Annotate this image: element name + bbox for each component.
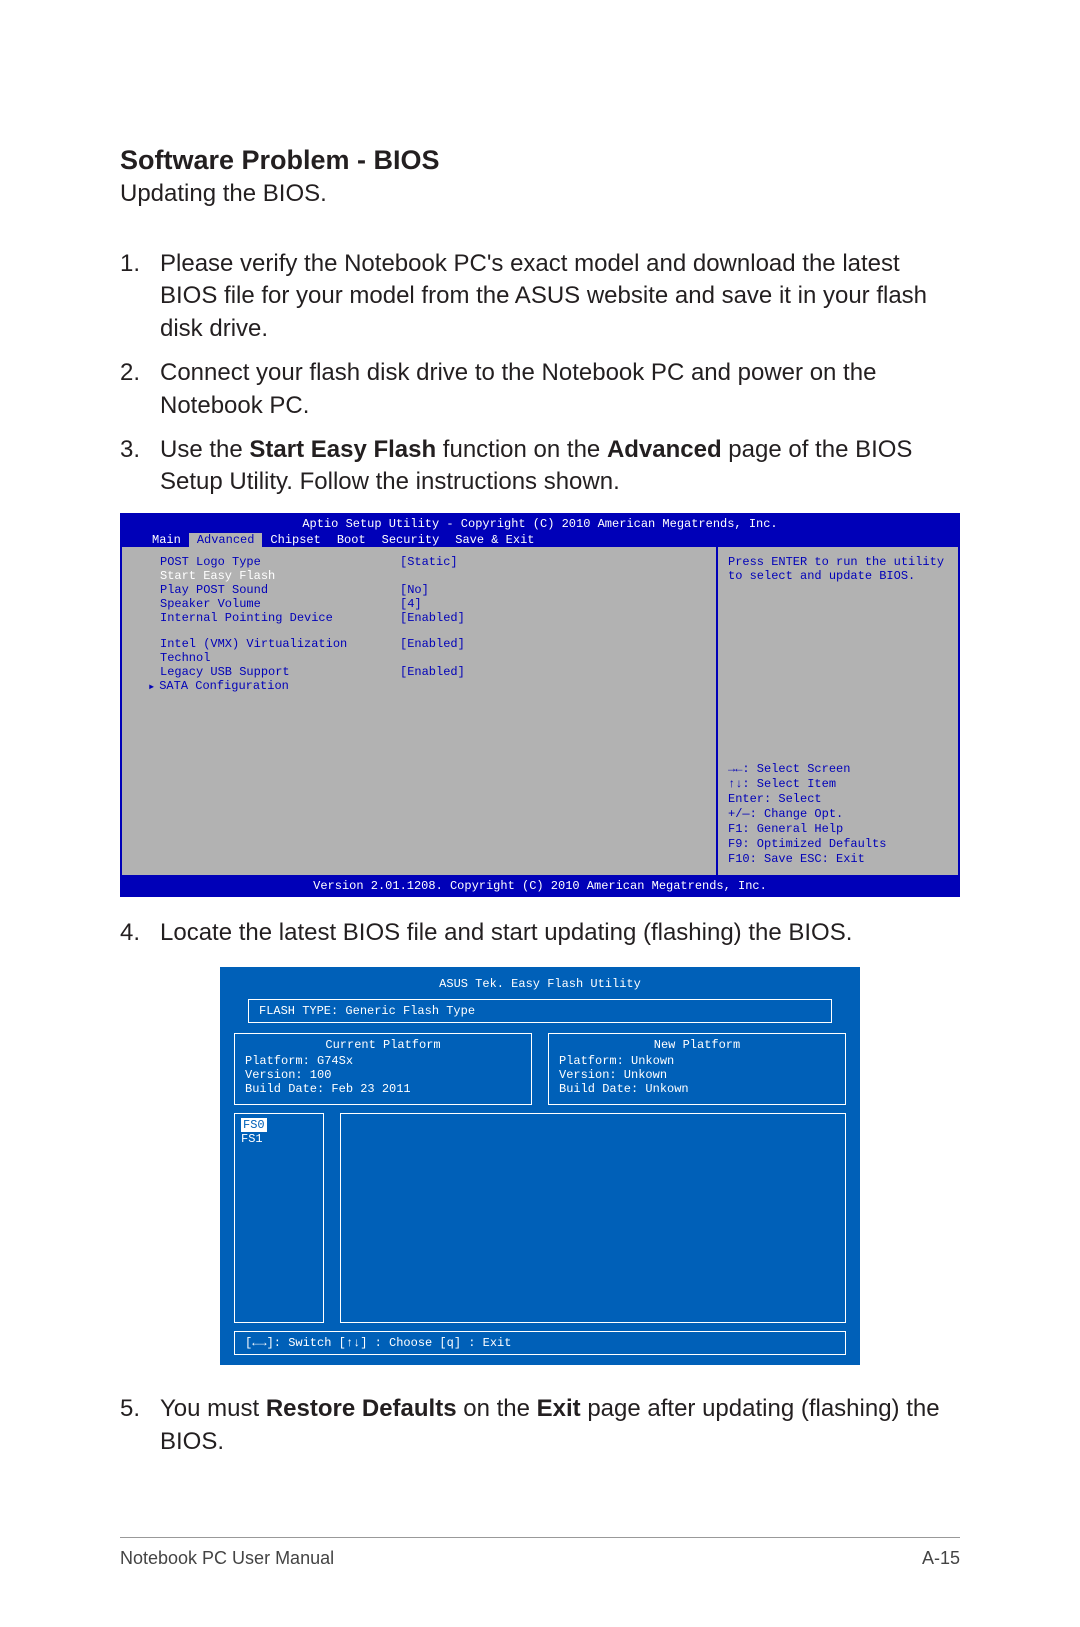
filesystem-list: FS0 FS1 bbox=[234, 1113, 324, 1323]
bios-tab-advanced: Advanced bbox=[189, 533, 263, 547]
fs-item-selected: FS0 bbox=[241, 1118, 267, 1132]
flash-title: ASUS Tek. Easy Flash Utility bbox=[234, 977, 846, 991]
bios-item-value: [Enabled] bbox=[400, 637, 465, 665]
platform-line: Platform: Unkown bbox=[559, 1054, 835, 1068]
bios-tab-chipset: Chipset bbox=[262, 533, 328, 547]
t: function on the bbox=[436, 436, 607, 463]
bios-item-label: Play POST Sound bbox=[160, 583, 400, 597]
bios-key-hints: →←: Select Screen ↑↓: Select Item Enter:… bbox=[728, 762, 948, 867]
t-bold: Start Easy Flash bbox=[249, 436, 436, 463]
page-footer: Notebook PC User Manual A-15 bbox=[120, 1537, 960, 1569]
flash-utility-screenshot: ASUS Tek. Easy Flash Utility FLASH TYPE:… bbox=[220, 967, 860, 1365]
platform-line: Version: Unkown bbox=[559, 1068, 835, 1082]
steps-list: 1. Please verify the Notebook PC's exact… bbox=[120, 248, 960, 499]
bios-item-label: Start Easy Flash bbox=[160, 569, 400, 583]
footer-left: Notebook PC User Manual bbox=[120, 1548, 334, 1569]
fs-item: FS1 bbox=[241, 1132, 317, 1146]
key-hint: +/—: Change Opt. bbox=[728, 807, 948, 822]
box-title: New Platform bbox=[559, 1038, 835, 1052]
bios-tab-main: Main bbox=[144, 533, 189, 547]
bios-settings-panel: POST Logo Type[Static] Start Easy Flash … bbox=[122, 547, 718, 875]
platform-line: Build Date: Feb 23 2011 bbox=[245, 1082, 521, 1096]
key-hint: F9: Optimized Defaults bbox=[728, 837, 948, 852]
platform-line: Version: 100 bbox=[245, 1068, 521, 1082]
section-subtitle: Updating the BIOS. bbox=[120, 180, 960, 208]
bios-item-value: [4] bbox=[400, 597, 422, 611]
step-text: Locate the latest BIOS file and start up… bbox=[160, 917, 960, 949]
key-hint: →←: Select Screen bbox=[728, 762, 948, 777]
bios-tab-saveexit: Save & Exit bbox=[447, 533, 542, 547]
flash-key-hints: [←→]: Switch [↑↓] : Choose [q] : Exit bbox=[234, 1331, 846, 1355]
bios-help-text: Press ENTER to run the utility to select… bbox=[728, 555, 948, 584]
step-number: 2. bbox=[120, 357, 160, 422]
bios-header: Aptio Setup Utility - Copyright (C) 2010… bbox=[122, 515, 958, 533]
section-heading: Software Problem - BIOS bbox=[120, 145, 960, 176]
bios-item-label: Speaker Volume bbox=[160, 597, 400, 611]
steps-list: 5. You must Restore Defaults on the Exit… bbox=[120, 1393, 960, 1458]
key-hint: F1: General Help bbox=[728, 822, 948, 837]
step-number: 3. bbox=[120, 434, 160, 499]
bios-item-label: SATA Configuration bbox=[159, 679, 399, 694]
step-text: Use the Start Easy Flash function on the… bbox=[160, 434, 960, 499]
step-number: 1. bbox=[120, 248, 160, 345]
bios-item-label: Legacy USB Support bbox=[160, 665, 400, 679]
bios-item-value: [No] bbox=[400, 583, 429, 597]
step-number: 5. bbox=[120, 1393, 160, 1458]
bios-help-panel: Press ENTER to run the utility to select… bbox=[718, 547, 958, 875]
step-text: Connect your flash disk drive to the Not… bbox=[160, 357, 960, 422]
platform-line: Build Date: Unkown bbox=[559, 1082, 835, 1096]
steps-list: 4. Locate the latest BIOS file and start… bbox=[120, 917, 960, 949]
bios-item-label: Internal Pointing Device bbox=[160, 611, 400, 625]
bios-item-label: Intel (VMX) Virtualization Technol bbox=[160, 637, 400, 665]
key-hint: F10: Save ESC: Exit bbox=[728, 852, 948, 867]
t: Use the bbox=[160, 436, 249, 463]
new-platform-box: New Platform Platform: Unkown Version: U… bbox=[548, 1033, 846, 1105]
key-hint: ↑↓: Select Item bbox=[728, 777, 948, 792]
t: You must bbox=[160, 1395, 266, 1422]
t-bold: Advanced bbox=[607, 436, 722, 463]
key-hint: Enter: Select bbox=[728, 792, 948, 807]
bios-item-value: [Enabled] bbox=[400, 665, 465, 679]
flash-type-box: FLASH TYPE: Generic Flash Type bbox=[248, 999, 832, 1023]
bios-item-value: [Static] bbox=[400, 555, 458, 569]
t-bold: Restore Defaults bbox=[266, 1395, 457, 1422]
bios-screenshot: Aptio Setup Utility - Copyright (C) 2010… bbox=[120, 513, 960, 897]
bios-item-label: POST Logo Type bbox=[160, 555, 400, 569]
step-text: You must Restore Defaults on the Exit pa… bbox=[160, 1393, 960, 1458]
bios-tab-boot: Boot bbox=[329, 533, 374, 547]
bios-tabs: Main Advanced Chipset Boot Security Save… bbox=[122, 533, 958, 547]
step-number: 4. bbox=[120, 917, 160, 949]
bios-footer: Version 2.01.1208. Copyright (C) 2010 Am… bbox=[122, 877, 958, 895]
t: on the bbox=[457, 1395, 537, 1422]
step-text: Please verify the Notebook PC's exact mo… bbox=[160, 248, 960, 345]
footer-right: A-15 bbox=[922, 1548, 960, 1569]
bios-tab-security: Security bbox=[374, 533, 448, 547]
box-title: Current Platform bbox=[245, 1038, 521, 1052]
file-detail-box bbox=[340, 1113, 846, 1323]
current-platform-box: Current Platform Platform: G74Sx Version… bbox=[234, 1033, 532, 1105]
t-bold: Exit bbox=[537, 1395, 581, 1422]
platform-line: Platform: G74Sx bbox=[245, 1054, 521, 1068]
bios-item-value: [Enabled] bbox=[400, 611, 465, 625]
